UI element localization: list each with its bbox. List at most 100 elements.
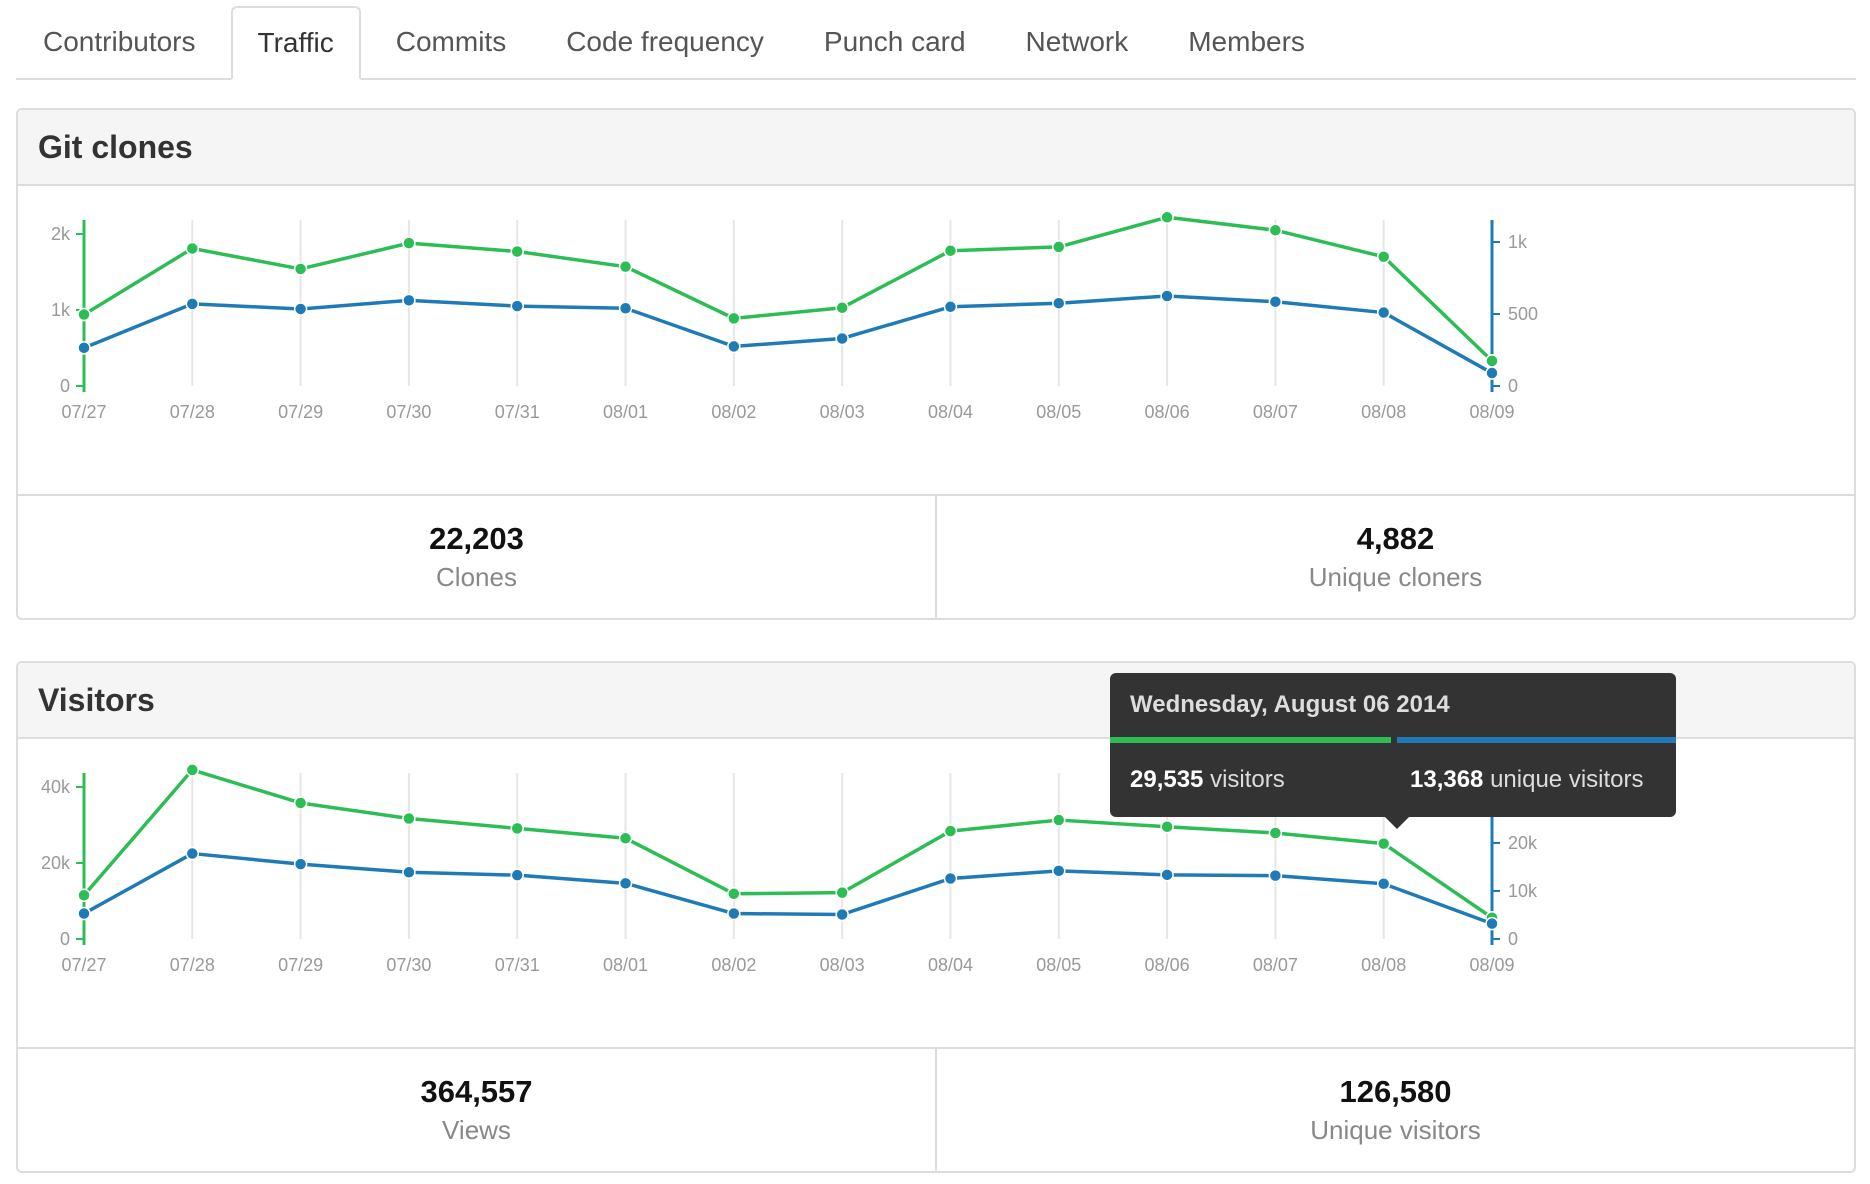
x-tick-label: 07/27 (61, 955, 106, 975)
data-point (1268, 826, 1283, 840)
data-point (77, 906, 91, 921)
data-point (402, 811, 416, 826)
clones-stat: 22,203 Clones (18, 496, 935, 618)
unique-cloners-count: 4,882 (1356, 521, 1435, 556)
tab-commits[interactable]: Commits (371, 6, 531, 78)
unique-cloners-stat: 4,882 Unique cloners (935, 496, 1854, 618)
data-point (1160, 820, 1174, 834)
x-tick-label: 08/04 (928, 955, 973, 975)
data-point (1376, 877, 1391, 891)
tooltip-unique-bar (1397, 737, 1676, 743)
data-point (943, 824, 958, 838)
data-point (835, 907, 849, 922)
git-clones-panel: Git clones 07/27 07/28 07/29 07/30 07/31 08/0… (16, 108, 1856, 620)
tab-punch-card[interactable]: Punch card (799, 6, 991, 78)
chart-tooltip: Wednesday, August 06 2014 29,535 visitor… (1110, 673, 1676, 829)
x-tick-label: 08/03 (820, 955, 865, 975)
unique-visitors-count: 126,580 (1339, 1074, 1452, 1109)
unique-cloners-label: Unique cloners (1308, 562, 1483, 592)
data-point (943, 871, 958, 886)
data-point (293, 302, 308, 316)
tab-contributors[interactable]: Contributors (16, 6, 221, 78)
data-point (185, 846, 200, 861)
x-tick-label: 08/07 (1253, 402, 1298, 422)
git-clones-stats: 22,203 Clones 4,882 Unique cloners (18, 494, 1854, 618)
unique-visitors-label: Unique visitors (1310, 1115, 1481, 1145)
series-line-total (83, 215, 1494, 363)
data-point (1376, 305, 1391, 320)
tab-members[interactable]: Members (1163, 6, 1330, 78)
x-tick-label: 08/06 (1145, 955, 1190, 975)
tab-network[interactable]: Network (1001, 6, 1154, 78)
data-point (510, 244, 524, 259)
data-point (1485, 366, 1499, 380)
data-point (185, 763, 200, 777)
right-tick-label: 0 (1508, 929, 1518, 949)
right-tick-label: 10k (1508, 881, 1538, 901)
data-point (618, 301, 633, 315)
data-point (618, 831, 633, 846)
tab-bar: Contributors Traffic Commits Code frequency… (16, 6, 1856, 80)
data-point (1376, 836, 1391, 851)
tooltip-arrow (1385, 817, 1409, 829)
data-point (77, 341, 91, 355)
data-point (77, 888, 91, 903)
views-stat: 364,557 Views (18, 1049, 935, 1171)
x-tick-label: 08/09 (1469, 955, 1514, 975)
x-tick-label: 07/27 (61, 402, 106, 422)
x-tick-label: 07/31 (495, 955, 540, 975)
data-point (943, 243, 958, 258)
x-tick-label: 07/30 (386, 402, 431, 422)
x-tick-label: 08/08 (1361, 402, 1406, 422)
right-tick-label: 0 (1508, 376, 1518, 396)
tab-code-frequency[interactable]: Code frequency (541, 6, 789, 78)
x-tick-label: 07/30 (386, 955, 431, 975)
visitors-stats: 364,557 Views 126,580 Unique visitors (18, 1047, 1854, 1171)
x-tick-label: 08/02 (711, 402, 756, 422)
data-point (727, 339, 741, 354)
tooltip-unique-value: 13,368 (1410, 766, 1484, 793)
data-point (402, 865, 416, 880)
data-point (293, 796, 308, 810)
x-tick-label: 07/28 (170, 955, 215, 975)
data-point (77, 307, 91, 322)
data-point (1485, 916, 1499, 931)
right-tick-label: 20k (1508, 833, 1538, 853)
clones-count: 22,203 (429, 521, 524, 556)
data-point (727, 887, 741, 901)
left-tick-label: 0 (60, 376, 70, 396)
tooltip-visitors-label: visitors (1210, 766, 1285, 793)
left-tick-label: 1k (51, 300, 71, 320)
left-tick-label: 20k (41, 853, 71, 873)
data-point (835, 300, 849, 315)
data-point (1268, 223, 1283, 237)
x-tick-label: 08/03 (820, 402, 865, 422)
x-tick-label: 08/08 (1361, 955, 1406, 975)
data-point (1160, 868, 1174, 882)
data-point (1160, 210, 1174, 225)
data-point (1052, 296, 1066, 310)
data-point (1052, 813, 1066, 827)
git-clones-title: Git clones (18, 110, 1854, 186)
left-tick-label: 0 (60, 929, 70, 949)
right-tick-label: 1k (1508, 232, 1528, 252)
left-tick-label: 2k (51, 224, 71, 244)
data-point (1052, 240, 1066, 254)
tooltip-visitors-bar (1110, 737, 1391, 743)
clones-label: Clones (436, 562, 517, 592)
data-point (185, 241, 200, 256)
x-tick-label: 07/28 (170, 402, 215, 422)
right-tick-label: 500 (1508, 304, 1538, 324)
tab-traffic[interactable]: Traffic (230, 6, 361, 80)
data-point (1376, 250, 1391, 264)
data-point (943, 300, 958, 314)
x-tick-label: 08/07 (1253, 955, 1298, 975)
data-point (185, 297, 200, 311)
tooltip-values: 29,535 visitors 13,368 unique visitors (1110, 743, 1676, 817)
x-tick-label: 08/05 (1036, 955, 1081, 975)
data-point (1485, 354, 1499, 368)
x-tick-label: 08/01 (603, 402, 648, 422)
data-point (1268, 295, 1283, 309)
tooltip-date: Wednesday, August 06 2014 (1130, 691, 1450, 718)
x-tick-label: 07/31 (495, 402, 540, 422)
